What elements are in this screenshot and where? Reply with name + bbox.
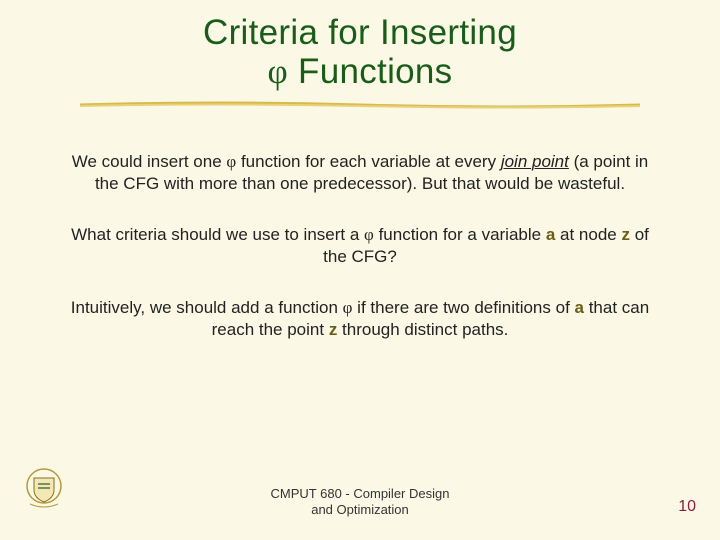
paragraph-2: What criteria should we use to insert a …: [60, 224, 660, 269]
p1-t1: We could insert one: [72, 152, 227, 171]
p1-phi: φ: [226, 152, 236, 171]
page-number: 10: [678, 498, 696, 516]
p2-t3: at node: [555, 225, 621, 244]
p2-t1: What criteria should we use to insert a: [71, 225, 364, 244]
paragraph-3: Intuitively, we should add a function φ …: [60, 297, 660, 342]
variable-a: a: [546, 225, 555, 244]
title-line1: Criteria for Inserting: [203, 13, 517, 52]
slide-footer: CMPUT 680 - Compiler Design and Optimiza…: [0, 486, 720, 519]
footer-line1: CMPUT 680 - Compiler Design: [271, 486, 450, 501]
p1-t2: function for each variable at every: [236, 152, 501, 171]
p2-t2: function for a variable: [374, 225, 546, 244]
p3-t2: if there are two definitions of: [352, 298, 574, 317]
title-phi: φ: [268, 52, 289, 91]
p2-phi: φ: [364, 225, 374, 244]
variable-a-2: a: [575, 298, 584, 317]
p3-t1: Intuitively, we should add a function: [71, 298, 343, 317]
title-line2: Functions: [288, 52, 452, 91]
p3-phi: φ: [343, 298, 353, 317]
footer-line2: and Optimization: [311, 502, 409, 517]
title-underline: [80, 101, 640, 107]
node-z: z: [621, 225, 630, 244]
p3-t4: through distinct paths.: [337, 320, 508, 339]
join-point-term: join point: [501, 152, 569, 171]
slide-body: We could insert one φ function for each …: [0, 107, 720, 342]
slide-title: Criteria for Inserting φ Functions: [0, 0, 720, 91]
paragraph-1: We could insert one φ function for each …: [60, 151, 660, 196]
